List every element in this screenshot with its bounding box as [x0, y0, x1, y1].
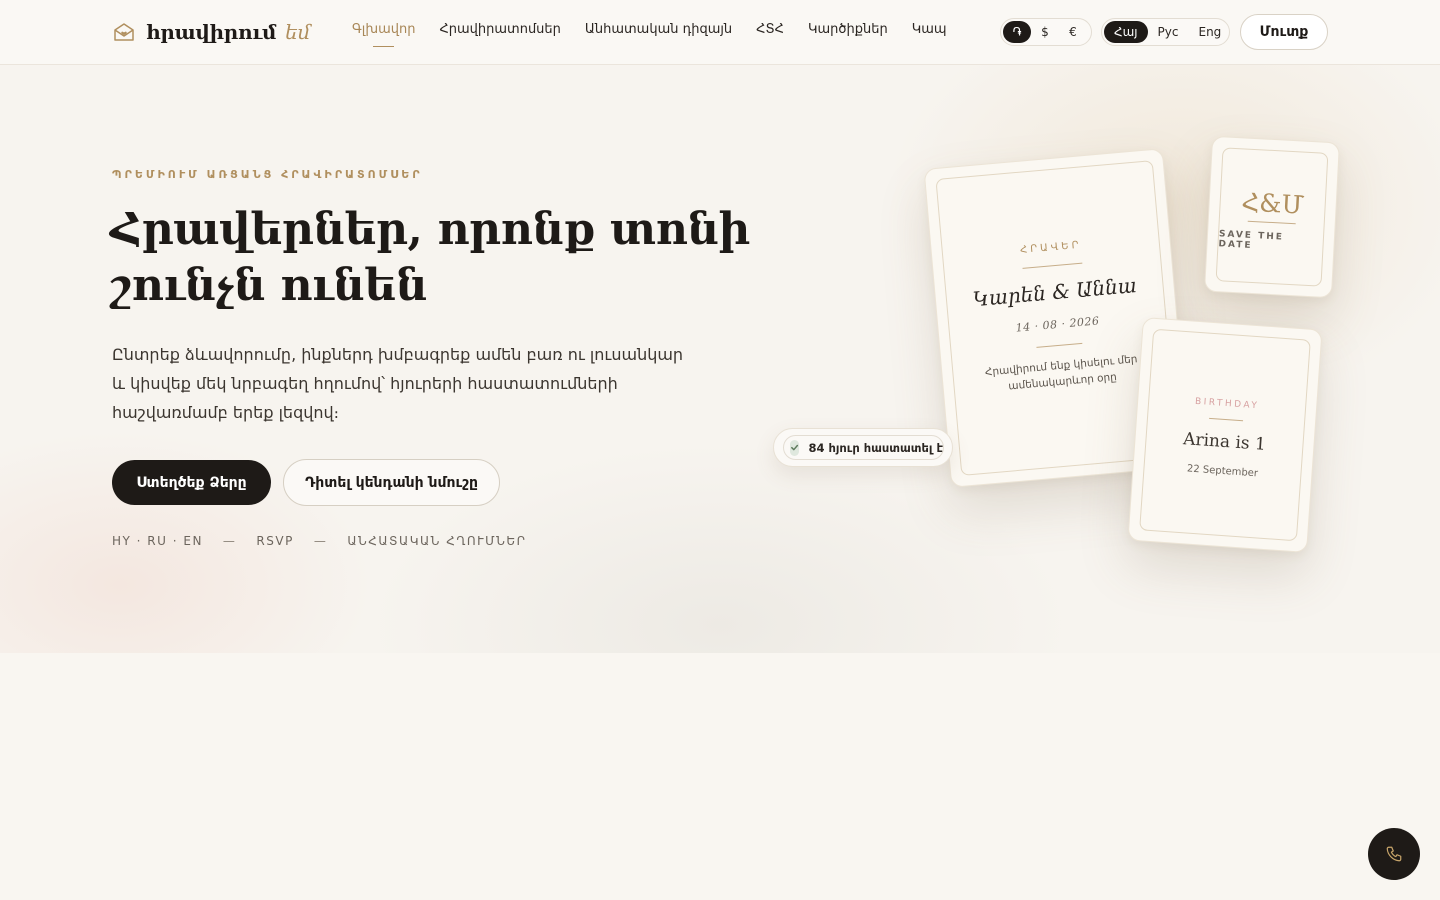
- phone-icon: [1386, 846, 1402, 862]
- currency-option-eur[interactable]: €: [1059, 21, 1087, 43]
- nav-item-faq[interactable]: ՀՏՀ: [756, 22, 784, 48]
- currency-option-usd[interactable]: $: [1031, 21, 1059, 43]
- currency-option-amd[interactable]: ֏: [1003, 21, 1031, 43]
- hero-eyebrow: ՊՐԵՄԻՈՒՄ ԱՌՑԱՆՑ ՀՐԱՎԻՐԱՏՈՄՍԵՐ: [112, 168, 423, 181]
- hero-subtitle: Ընտրեք ձևավորումը, ինքներդ խմբագրեք ամեն…: [112, 345, 684, 422]
- brand-name: հրավիրում: [146, 20, 277, 44]
- view-demo-button[interactable]: Դիտել կենդանի նմուշը: [283, 459, 500, 506]
- card-frame: BIRTHDAY Arina is 1 22 September: [1139, 328, 1311, 542]
- toast-text: 84 հյուր հաստատել է: [808, 440, 943, 455]
- feature-personal-links: ԱՆՀԱՏԱԿԱՆ ՀՂՈՒՄՆԵՐ: [347, 534, 527, 548]
- save-the-date-card: Հ&Մ SAVE THE DATE: [1204, 135, 1340, 299]
- language-option-ru[interactable]: Рус: [1148, 21, 1189, 43]
- nav-item-custom-design[interactable]: Անհատական դիզայն: [585, 22, 732, 48]
- nav-item-home[interactable]: Գլխավոր: [352, 22, 415, 48]
- card-monogram: Հ&Մ: [1240, 187, 1305, 220]
- currency-switcher: ֏ $ €: [1000, 18, 1092, 46]
- language-option-hy[interactable]: Հայ: [1104, 21, 1148, 43]
- card-divider: [1209, 417, 1244, 422]
- nav-item-reviews[interactable]: Կարծիքներ: [808, 22, 888, 48]
- card-kicker: BIRTHDAY: [1194, 396, 1260, 412]
- brand-accent: եմ: [285, 20, 311, 44]
- login-button[interactable]: Մուտք: [1240, 14, 1328, 50]
- card-date: 14 · 08 · 2026: [1015, 314, 1100, 335]
- card-kicker: ՀՐԱՎԵՐ: [1019, 239, 1082, 256]
- check-icon: [790, 439, 800, 456]
- feature-separator: —: [313, 534, 328, 548]
- invitation-card-birthday: BIRTHDAY Arina is 1 22 September: [1127, 316, 1323, 554]
- feature-list: HY · RU · EN — RSVP — ԱՆՀԱՏԱԿԱՆ ՀՂՈՒՄՆԵՐ: [112, 534, 546, 548]
- feature-languages: HY · RU · EN: [112, 534, 203, 548]
- nav-item-invitations[interactable]: Հրավիրատոմսեր: [439, 22, 560, 48]
- card-invite-text: Հրավիրում ենք կիսելու մեր ամենակարևոր օր…: [984, 353, 1138, 393]
- toast-pill: 84 հյուր հաստատել է: [783, 435, 944, 460]
- card-divider: [1036, 342, 1083, 348]
- main-nav: Գլխավոր Հրավիրատոմսեր Անհատական դիզայն Հ…: [352, 22, 971, 48]
- rsvp-toast: 84 հյուր հաստատել է: [773, 428, 953, 467]
- call-button[interactable]: [1368, 828, 1420, 880]
- card-couple-names: Կարեն & Աննա: [971, 272, 1138, 312]
- feature-separator: —: [222, 534, 237, 548]
- language-switcher: Հայ Рус Eng: [1101, 18, 1230, 46]
- card-frame: Հ&Մ SAVE THE DATE: [1215, 147, 1329, 287]
- card-save-the-date-label: SAVE THE DATE: [1218, 229, 1285, 252]
- language-option-en[interactable]: Eng: [1188, 21, 1231, 43]
- nav-item-contact[interactable]: Կապ: [912, 22, 947, 48]
- site-header: հրավիրում եմ Գլխավոր Հրավիրատոմսեր Անհատ…: [0, 0, 1440, 65]
- brand-logo[interactable]: հրավիրում եմ: [112, 18, 311, 46]
- card-birthday-date: 22 September: [1186, 463, 1259, 480]
- feature-rsvp: RSVP: [256, 534, 294, 548]
- hero-title: Հրավերներ, որոնք տոնի շունչն ունեն: [110, 204, 750, 311]
- create-invitation-button[interactable]: Ստեղծեք Ձերը: [112, 460, 271, 505]
- envelope-heart-icon: [114, 23, 134, 41]
- card-divider: [1247, 220, 1296, 225]
- card-birthday-name: Arina is 1: [1182, 429, 1267, 455]
- card-divider: [1022, 262, 1083, 269]
